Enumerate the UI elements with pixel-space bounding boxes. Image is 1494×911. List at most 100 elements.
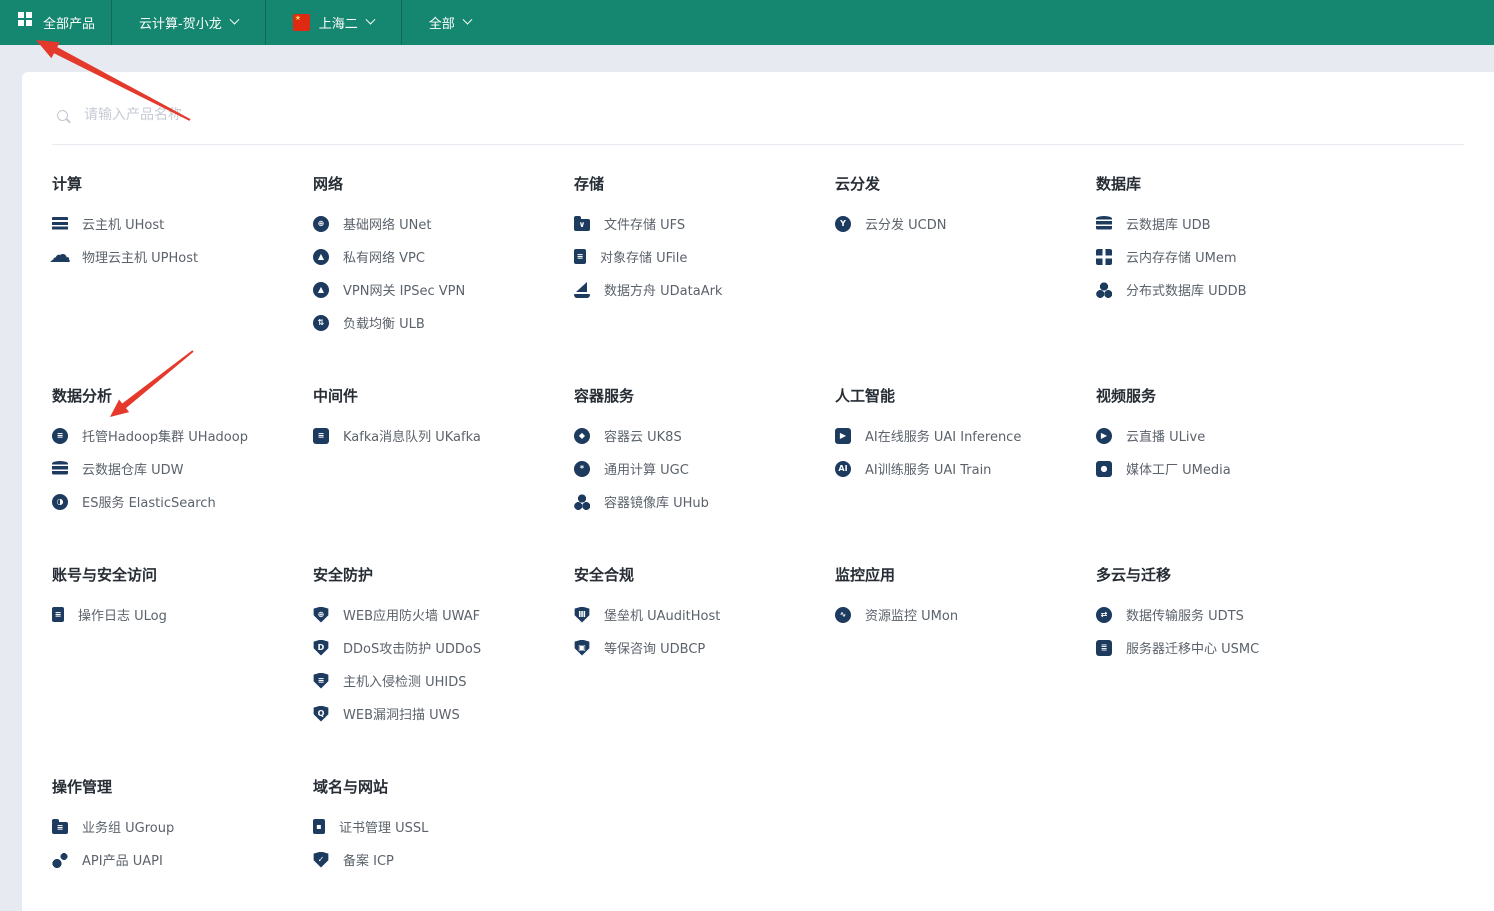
- product-item-udbcp[interactable]: 等保咨询 UDBCP: [574, 631, 835, 664]
- topbar-item-filter-all[interactable]: 全部: [402, 0, 498, 45]
- category-cdn: 云分发云分发 UCDN: [835, 174, 1096, 240]
- product-item-ucdn[interactable]: 云分发 UCDN: [835, 207, 1096, 240]
- topbar-item-region[interactable]: 上海二: [266, 0, 402, 45]
- product-item-uaudithost[interactable]: 堡垒机 UAuditHost: [574, 598, 835, 631]
- product-label: 托管Hadoop集群 UHadoop: [82, 426, 248, 445]
- product-label: 等保咨询 UDBCP: [604, 638, 705, 657]
- server-migration-icon: [1096, 640, 1112, 656]
- product-item-uhids[interactable]: 主机入侵检测 UHIDS: [313, 664, 574, 697]
- product-item-udataark[interactable]: 数据方舟 UDataArk: [574, 273, 835, 306]
- product-item-uapi[interactable]: API产品 UAPI: [52, 843, 313, 876]
- topbar-items: 全部产品 云计算-贺小龙 上海二 全部: [0, 0, 498, 45]
- product-label: 资源监控 UMon: [865, 605, 958, 624]
- product-item-ugc[interactable]: 通用计算 UGC: [574, 452, 835, 485]
- product-label: DDoS攻击防护 UDDoS: [343, 638, 481, 657]
- category-multicloud: 多云与迁移数据传输服务 UDTS服务器迁移中心 USMC: [1096, 565, 1357, 664]
- category-title: 视频服务: [1096, 386, 1357, 406]
- category-title: 人工智能: [835, 386, 1096, 406]
- load-balancer-icon: [313, 315, 329, 331]
- product-item-umem[interactable]: 云内存存储 UMem: [1096, 240, 1357, 273]
- product-item-ufile[interactable]: 对象存储 UFile: [574, 240, 835, 273]
- private-network-icon: [313, 249, 329, 265]
- product-item-ulive[interactable]: 云直播 ULive: [1096, 419, 1357, 452]
- data-warehouse-icon: [52, 461, 68, 476]
- category-storage: 存储文件存储 UFS 对象存储 UFile 数据方舟 UDataArk: [574, 174, 835, 306]
- search-icon: [57, 110, 68, 121]
- category-domain-website: 域名与网站证书管理 USSL备案 ICP: [313, 777, 574, 876]
- product-item-umedia[interactable]: 媒体工厂 UMedia: [1096, 452, 1357, 485]
- product-item-udw[interactable]: 云数据仓库 UDW: [52, 452, 313, 485]
- product-item-uai-train[interactable]: AI训练服务 UAI Train: [835, 452, 1096, 485]
- topbar: 全部产品 云计算-贺小龙 上海二 全部: [0, 0, 1494, 45]
- product-item-icp[interactable]: 备案 ICP: [313, 843, 574, 876]
- data-transfer-cloud-icon: [1096, 607, 1112, 623]
- product-item-vpc[interactable]: 私有网络 VPC: [313, 240, 574, 273]
- web-scan-shield-icon: [313, 706, 329, 722]
- product-label: 堡垒机 UAuditHost: [604, 605, 720, 624]
- product-item-udts[interactable]: 数据传输服务 UDTS: [1096, 598, 1357, 631]
- product-item-elasticsearch[interactable]: ES服务 ElasticSearch: [52, 485, 313, 518]
- category-title: 数据库: [1096, 174, 1357, 194]
- product-item-uhost[interactable]: 云主机 UHost: [52, 207, 313, 240]
- chevron-down-icon: [462, 15, 472, 25]
- hadoop-icon: [52, 428, 68, 444]
- product-label: AI训练服务 UAI Train: [865, 459, 991, 478]
- topbar-item-all-products[interactable]: 全部产品: [0, 0, 112, 45]
- product-item-ulb[interactable]: 负载均衡 ULB: [313, 306, 574, 339]
- product-label: 文件存储 UFS: [604, 214, 685, 233]
- topbar-item-project[interactable]: 云计算-贺小龙: [112, 0, 266, 45]
- category-data-analysis: 数据分析托管Hadoop集群 UHadoop云数据仓库 UDWES服务 Elas…: [52, 386, 313, 518]
- product-label: AI在线服务 UAI Inference: [865, 426, 1021, 445]
- product-label: 对象存储 UFile: [600, 247, 687, 266]
- product-item-uk8s[interactable]: 容器云 UK8S: [574, 419, 835, 452]
- product-item-ussl[interactable]: 证书管理 USSL: [313, 810, 574, 843]
- topbar-item-label: 云计算-贺小龙: [139, 13, 222, 32]
- search-divider: [52, 144, 1464, 145]
- product-item-umon[interactable]: 资源监控 UMon: [835, 598, 1096, 631]
- product-label: 业务组 UGroup: [82, 817, 174, 836]
- product-item-udb[interactable]: 云数据库 UDB: [1096, 207, 1357, 240]
- product-item-uhub[interactable]: 容器镜像库 UHub: [574, 485, 835, 518]
- product-item-ugroup[interactable]: 业务组 UGroup: [52, 810, 313, 843]
- product-item-uhadoop[interactable]: 托管Hadoop集群 UHadoop: [52, 419, 313, 452]
- product-label: 基础网络 UNet: [343, 214, 431, 233]
- product-item-ulog[interactable]: 操作日志 ULog: [52, 598, 313, 631]
- product-item-uphost[interactable]: 物理云主机 UPHost: [52, 240, 313, 273]
- china-flag-icon: [293, 14, 310, 31]
- icp-record-shield-icon: [313, 852, 329, 868]
- product-item-ipsecvpn[interactable]: VPN网关 IPSec VPN: [313, 273, 574, 306]
- search-input[interactable]: [82, 106, 1464, 124]
- hids-shield-icon: [313, 673, 329, 689]
- product-item-uddb[interactable]: 分布式数据库 UDDB: [1096, 273, 1357, 306]
- product-item-unet[interactable]: 基础网络 UNet: [313, 207, 574, 240]
- product-label: 私有网络 VPC: [343, 247, 425, 266]
- category-ai: 人工智能 AI在线服务 UAI Inference AI训练服务 UAI Train: [835, 386, 1096, 485]
- waf-shield-icon: [313, 607, 329, 623]
- product-item-ukafka[interactable]: Kafka消息队列 UKafka: [313, 419, 574, 452]
- product-item-uddos[interactable]: DDoS攻击防护 UDDoS: [313, 631, 574, 664]
- product-item-uws[interactable]: WEB漏洞扫描 UWS: [313, 697, 574, 730]
- product-label: VPN网关 IPSec VPN: [343, 280, 465, 299]
- vpn-gateway-icon: [313, 282, 329, 298]
- elasticsearch-icon: [52, 494, 68, 510]
- product-item-uai-inference[interactable]: AI在线服务 UAI Inference: [835, 419, 1096, 452]
- file-storage-folder-icon: [574, 219, 590, 231]
- category-middleware: 中间件Kafka消息队列 UKafka: [313, 386, 574, 452]
- live-streaming-cloud-icon: [1096, 428, 1112, 444]
- business-group-folder-icon: [52, 822, 68, 834]
- distributed-db-cluster-icon: [1096, 282, 1112, 298]
- product-label: ES服务 ElasticSearch: [82, 492, 216, 511]
- product-item-uwaf[interactable]: WEB应用防火墙 UWAF: [313, 598, 574, 631]
- topbar-item-label: 全部: [429, 13, 455, 32]
- category-title: 存储: [574, 174, 835, 194]
- category-operation: 操作管理业务组 UGroupAPI产品 UAPI: [52, 777, 313, 876]
- category-network: 网络基础网络 UNet私有网络 VPCVPN网关 IPSec VPN负载均衡 U…: [313, 174, 574, 339]
- object-storage-file-icon: [574, 249, 586, 264]
- product-label: 通用计算 UGC: [604, 459, 689, 478]
- product-item-usmc[interactable]: 服务器迁移中心 USMC: [1096, 631, 1357, 664]
- product-item-ufs[interactable]: 文件存储 UFS: [574, 207, 835, 240]
- category-title: 监控应用: [835, 565, 1096, 585]
- server-icon: [52, 217, 68, 230]
- product-label: 媒体工厂 UMedia: [1126, 459, 1231, 478]
- bastion-host-icon: [574, 607, 590, 623]
